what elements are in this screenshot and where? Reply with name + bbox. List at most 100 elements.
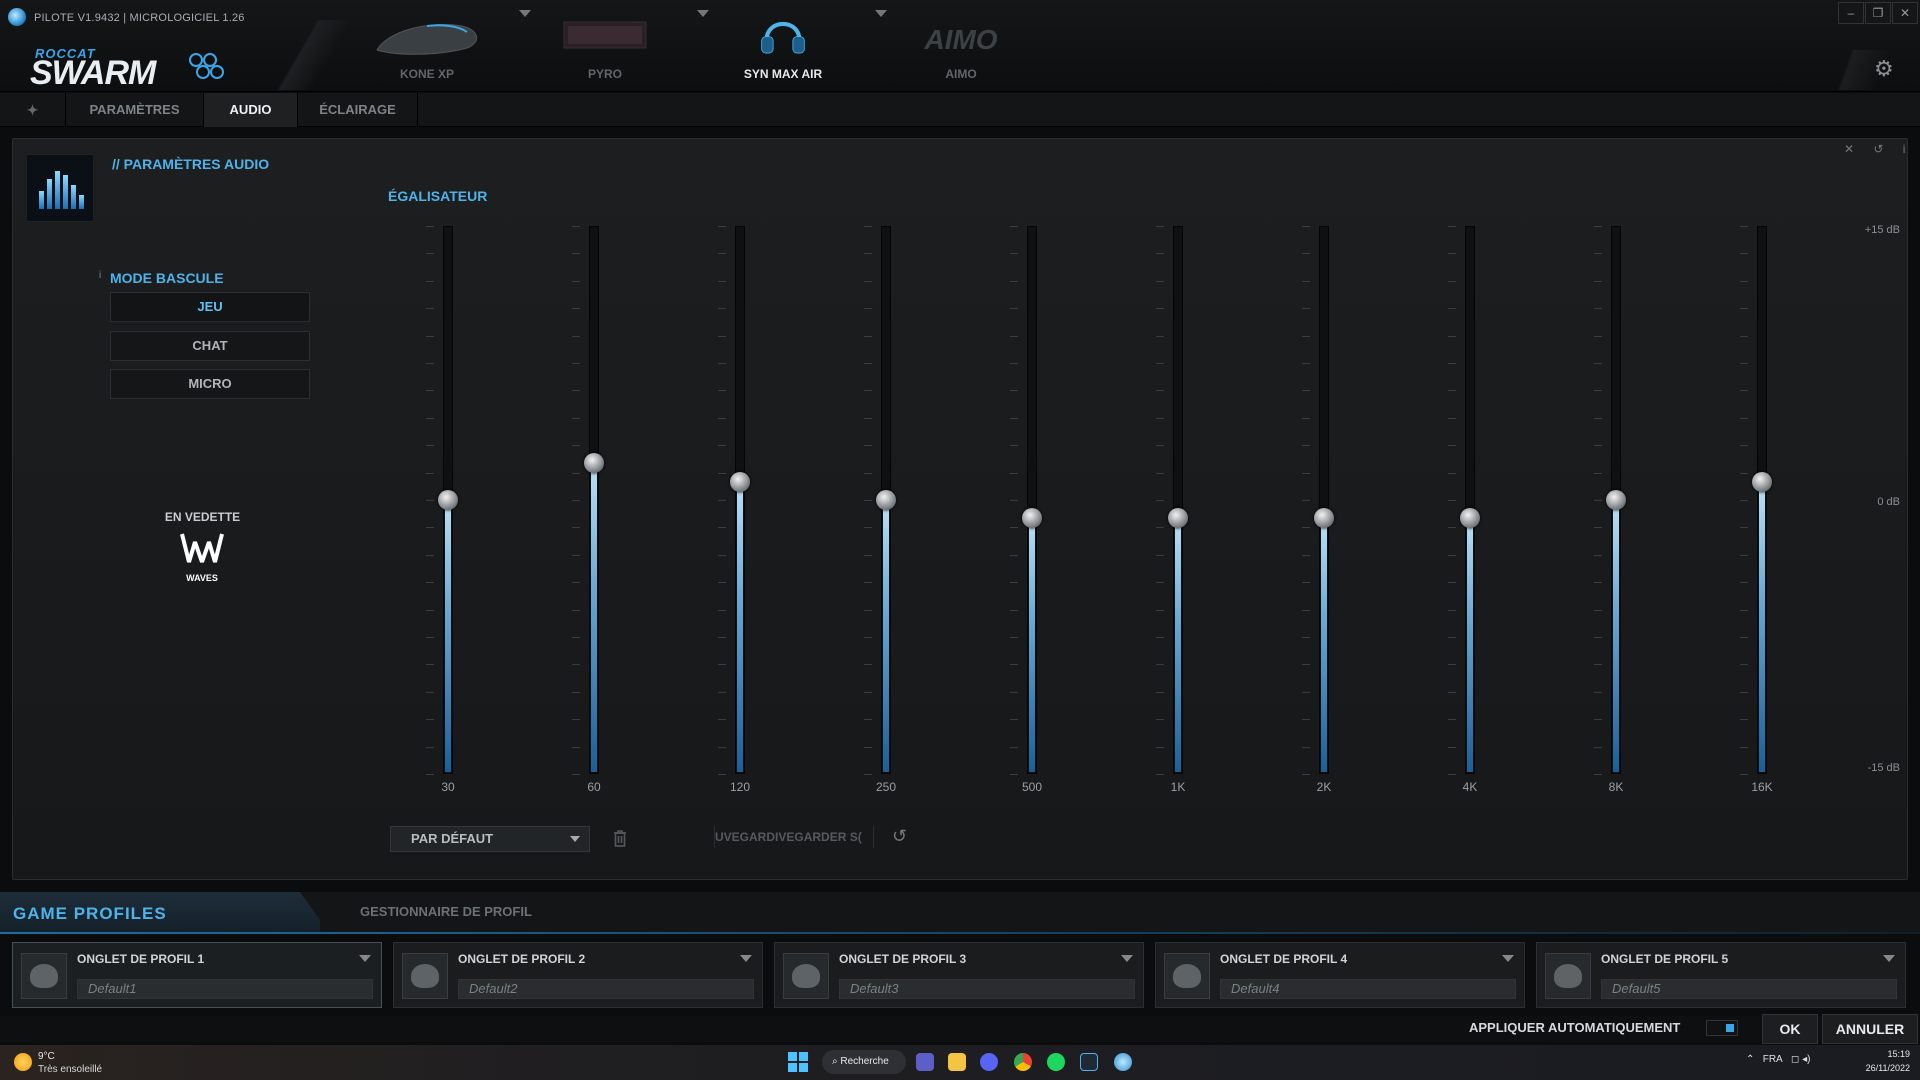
clock-time[interactable]: 15:19: [1870, 1049, 1910, 1059]
profile-card-5[interactable]: ONGLET DE PROFIL 5 Default5: [1536, 942, 1906, 1008]
profile-value-field[interactable]: Default5: [1601, 979, 1897, 999]
profile-value-field[interactable]: Default3: [839, 979, 1135, 999]
spotify-icon[interactable]: [1047, 1053, 1065, 1071]
eq-knob[interactable]: [730, 471, 750, 492]
chevron-down-icon[interactable]: [1121, 955, 1133, 962]
eq-knob[interactable]: [1606, 490, 1626, 510]
windows-start-icon[interactable]: [788, 1052, 808, 1072]
device-syn-max-air[interactable]: SYN MAX AIR: [703, 8, 887, 88]
eq-tick: [1302, 363, 1310, 364]
profile-manager-tab[interactable]: GESTIONNAIRE DE PROFIL: [360, 904, 532, 919]
eq-tick: [1448, 335, 1456, 337]
eq-tick: [1156, 774, 1164, 775]
eq-slider-60[interactable]: [589, 226, 599, 774]
chevron-down-icon[interactable]: [359, 955, 371, 962]
eq-fill: [445, 498, 451, 772]
device-pyro[interactable]: PYRO: [525, 8, 709, 88]
eq-knob[interactable]: [1168, 508, 1188, 529]
undo-icon[interactable]: ↺: [892, 826, 907, 847]
eq-tick: [1302, 746, 1310, 748]
preset-select[interactable]: PAR DÉFAUT: [390, 826, 590, 852]
file-explorer-icon[interactable]: [948, 1053, 966, 1071]
eq-tick: [1156, 445, 1164, 447]
eq-slider-500[interactable]: [1027, 226, 1037, 774]
profile-card-1[interactable]: ONGLET DE PROFIL 1 Default1: [12, 942, 382, 1008]
chevron-down-icon[interactable]: [740, 955, 752, 962]
eq-tick: [1740, 719, 1748, 721]
eq-slider-4k[interactable]: [1465, 226, 1475, 774]
info-icon[interactable]: i: [99, 270, 101, 281]
eq-tick: [864, 719, 872, 721]
eq-slider-1k[interactable]: [1173, 226, 1183, 774]
eq-slider-16k[interactable]: [1757, 226, 1767, 774]
roccat-avatar-icon: [1545, 953, 1591, 999]
eq-tick: [1302, 308, 1310, 310]
eq-tick: [1156, 253, 1164, 255]
eq-tick: [572, 774, 580, 775]
cancel-button[interactable]: ANNULER: [1822, 1014, 1918, 1044]
chevron-down-icon[interactable]: [1502, 955, 1514, 962]
minimize-button[interactable]: –: [1838, 2, 1864, 24]
tab-bar: ✦ PARAMÈTRES AUDIO ÉCLAIRAGE: [0, 93, 1920, 127]
close-button[interactable]: ✕: [1892, 2, 1918, 24]
roccat-app-icon[interactable]: [1114, 1053, 1132, 1071]
mode-button-jeu[interactable]: JEU: [110, 292, 310, 322]
chevron-down-icon[interactable]: [1883, 955, 1895, 962]
taskbar-search[interactable]: ⌕ Recherche: [822, 1050, 906, 1074]
profiles-title[interactable]: GAME PROFILES: [13, 904, 167, 924]
eq-tick: [1594, 335, 1602, 337]
eq-knob[interactable]: [1460, 508, 1480, 529]
profile-card-4[interactable]: ONGLET DE PROFIL 4 Default4: [1155, 942, 1525, 1008]
system-tray[interactable]: ⌃ FRA ◻ ◂): [1746, 1054, 1810, 1065]
eq-tick: [1740, 472, 1748, 474]
eq-fill: [883, 498, 889, 772]
profile-value-field[interactable]: Default4: [1220, 979, 1516, 999]
device-aimo[interactable]: AIMO AIMO: [881, 8, 1041, 88]
teams-icon[interactable]: [916, 1053, 934, 1071]
chevron-down-icon[interactable]: [570, 836, 580, 842]
eq-knob[interactable]: [584, 453, 604, 474]
device-kone-xp[interactable]: KONE XP: [347, 8, 531, 88]
eq-knob[interactable]: [1022, 508, 1042, 529]
profile-card-2[interactable]: ONGLET DE PROFIL 2 Default2: [393, 942, 763, 1008]
discord-icon[interactable]: [980, 1053, 998, 1071]
chrome-icon[interactable]: [1014, 1053, 1032, 1071]
eq-knob[interactable]: [438, 490, 458, 510]
eq-knob[interactable]: [876, 490, 896, 510]
eq-tick: [718, 527, 726, 529]
save-text-left: UVEGARD: [715, 830, 776, 844]
auto-apply-toggle[interactable]: [1706, 1020, 1738, 1036]
tab-eclairage[interactable]: ÉCLAIRAGE: [298, 93, 418, 127]
roccat-swarm-taskbar-icon[interactable]: [1080, 1053, 1098, 1071]
weather-sun-icon[interactable]: [14, 1053, 32, 1071]
eq-tick: [1010, 719, 1018, 721]
eq-slider-120[interactable]: [735, 226, 745, 774]
tab-parametres[interactable]: PARAMÈTRES: [66, 93, 204, 127]
tab-audio[interactable]: AUDIO: [204, 93, 298, 127]
eq-tick: [1156, 719, 1164, 721]
eq-slider-2k[interactable]: [1319, 226, 1329, 774]
profile-card-3[interactable]: ONGLET DE PROFIL 3 Default3: [774, 942, 1144, 1008]
mode-button-chat[interactable]: CHAT: [110, 331, 310, 361]
ok-button[interactable]: OK: [1762, 1014, 1818, 1044]
eq-tick: [1010, 226, 1018, 227]
eq-frequency-label: 1K: [1170, 780, 1186, 794]
maximize-button[interactable]: ❐: [1865, 2, 1891, 24]
pin-icon[interactable]: ✦: [0, 93, 66, 127]
save-preset-field[interactable]: UVEGARDIVEGARDER S(: [714, 826, 874, 848]
gear-icon[interactable]: ⚙: [1874, 56, 1894, 82]
panel-tools[interactable]: ✕ ↺ i: [1844, 142, 1913, 156]
mode-button-micro[interactable]: MICRO: [110, 369, 310, 399]
profile-name: ONGLET DE PROFIL 4: [1220, 952, 1348, 966]
eq-tick: [864, 691, 872, 693]
eq-knob[interactable]: [1752, 471, 1772, 492]
eq-tick: [572, 472, 580, 474]
eq-tick: [572, 308, 580, 310]
eq-knob[interactable]: [1314, 508, 1334, 529]
eq-tick: [1156, 308, 1164, 310]
clock-date[interactable]: 26/11/2022: [1854, 1063, 1910, 1073]
profile-value-field[interactable]: Default2: [458, 979, 754, 999]
eq-tick: [1448, 253, 1456, 255]
trash-icon[interactable]: [612, 828, 628, 848]
profile-value-field[interactable]: Default1: [77, 979, 373, 999]
